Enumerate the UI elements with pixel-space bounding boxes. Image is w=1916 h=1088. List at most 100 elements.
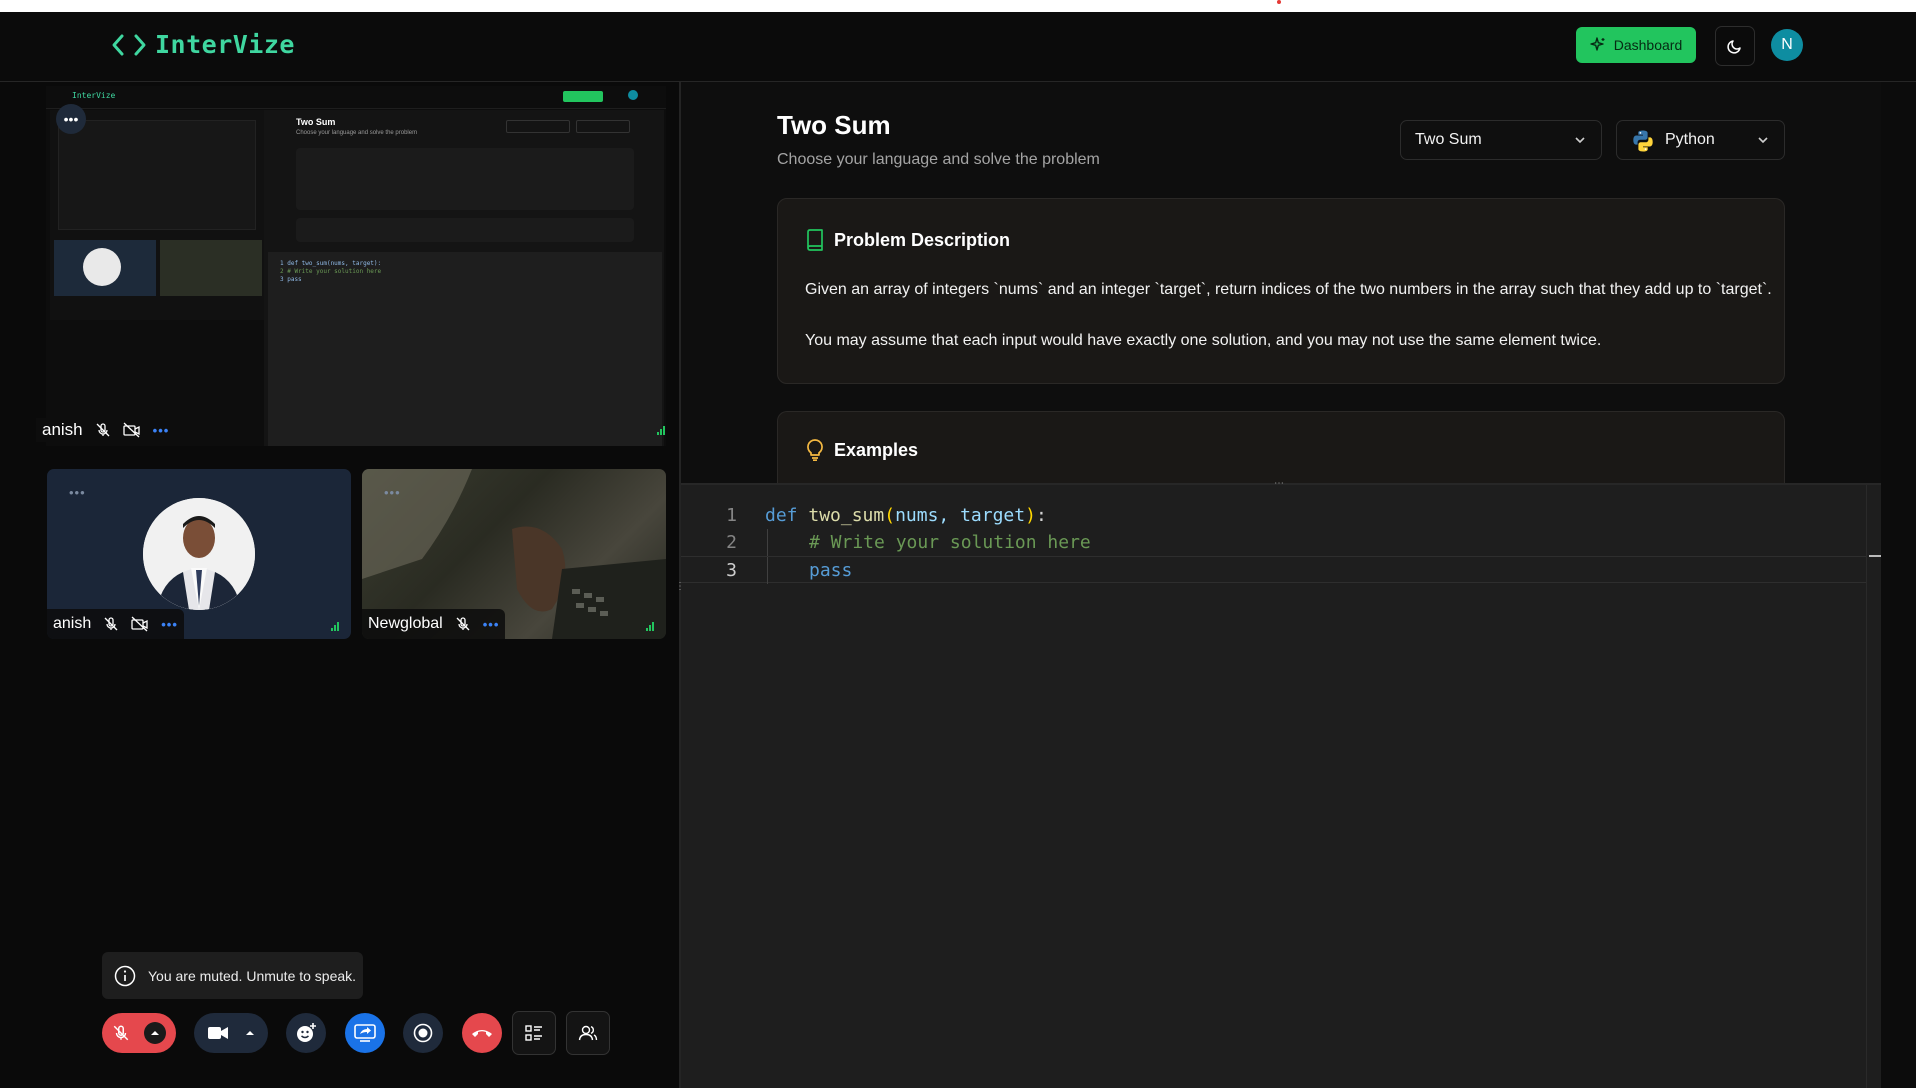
participant-avatar — [143, 498, 255, 610]
phone-hangup-icon — [472, 1030, 492, 1037]
description-paragraph-1: Given an array of integers `nums` and an… — [805, 281, 1772, 298]
muted-tooltip: You are muted. Unmute to speak. — [102, 952, 363, 999]
shared-code-line: 3 pass — [280, 276, 302, 283]
tile-name-bar: anish ••• — [47, 609, 184, 639]
share-name: anish — [42, 420, 83, 439]
shared-language-select — [576, 120, 630, 133]
lightbulb-icon — [807, 439, 823, 461]
right-gutter — [1881, 82, 1916, 1088]
python-icon — [1633, 130, 1653, 152]
sparkles-icon — [1590, 37, 1605, 51]
examples-card: Examples — [777, 411, 1785, 483]
mic-off-icon — [113, 1025, 129, 1041]
share-signal-icon — [657, 425, 669, 435]
shared-code-editor: 1 def two_sum(nums, target): 2 # Write y… — [268, 252, 662, 446]
indent-guide — [767, 529, 768, 556]
shared-nested-screen — [58, 120, 256, 230]
participant-name: anish — [53, 615, 92, 632]
chevron-up-icon — [151, 1031, 159, 1035]
leave-call-button[interactable] — [462, 1013, 502, 1053]
chevron-up-icon[interactable] — [245, 1029, 255, 1037]
share-more-options-icon[interactable]: ••• — [153, 423, 170, 438]
camera-off-icon — [131, 616, 148, 632]
tile-name-bar: Newglobal ••• — [362, 609, 506, 639]
mic-off-icon — [96, 423, 110, 437]
code-keyword: def — [765, 505, 798, 526]
camera-toggle-button[interactable] — [194, 1013, 268, 1053]
description-paragraph-2: You may assume that each input would hav… — [805, 332, 1602, 349]
dashboard-button[interactable]: Dashboard — [1576, 27, 1696, 63]
signal-strength-icon — [646, 621, 658, 631]
emoji-add-icon — [297, 1023, 316, 1042]
user-avatar[interactable]: N — [1771, 29, 1803, 61]
screen-share-icon — [354, 1024, 376, 1042]
mic-off-icon — [456, 617, 470, 631]
description-heading: Problem Description — [806, 229, 1010, 251]
share-more-button[interactable]: ••• — [56, 104, 86, 134]
shared-call-panel — [50, 110, 264, 320]
participant-tile-anish[interactable]: ••• anish ••• — [47, 469, 351, 639]
shared-code-line: 2 # Write your solution here — [280, 268, 382, 275]
tile-more-icon[interactable]: ••• — [384, 485, 401, 500]
app-logo[interactable]: InterVize — [111, 30, 295, 59]
participants-button[interactable] — [566, 1011, 610, 1055]
code-line-1[interactable]: 1 def two_sum(nums, target): — [681, 502, 1866, 529]
editor-scrollbar[interactable] — [1866, 485, 1881, 1088]
info-icon — [114, 965, 136, 986]
record-icon — [413, 1023, 433, 1043]
participant-tile-newglobal[interactable]: ••• Newglobal ••• — [362, 469, 666, 639]
share-name-bar: anish ••• — [36, 418, 176, 442]
line-number: 3 — [726, 560, 737, 581]
record-button[interactable] — [403, 1013, 443, 1053]
shared-navbar: InterVize — [46, 86, 666, 109]
problem-title: Two Sum — [777, 110, 891, 140]
person-photo-icon — [143, 498, 255, 610]
participant-name: Newglobal — [368, 615, 443, 632]
reactions-button[interactable] — [286, 1013, 326, 1053]
list-layout-icon — [525, 1025, 542, 1041]
shared-subtitle: Choose your language and solve the probl… — [296, 130, 418, 136]
mic-off-icon — [104, 617, 118, 631]
shared-dashboard — [563, 91, 603, 102]
dashboard-label: Dashboard — [1613, 37, 1683, 53]
code-line-3[interactable]: 3 pass — [681, 556, 1866, 584]
video-camera-icon — [208, 1027, 228, 1039]
shared-avatar — [628, 90, 638, 100]
browser-top-strip — [0, 0, 1916, 12]
signal-strength-icon — [331, 621, 343, 631]
screen-share-button[interactable] — [345, 1013, 385, 1053]
problem-select-value: Two Sum — [1415, 131, 1482, 148]
language-select[interactable]: Python — [1616, 120, 1785, 160]
participant-options-icon[interactable]: ••• — [483, 617, 500, 632]
shared-code-line: 1 def two_sum(nums, target): — [280, 260, 382, 267]
book-icon — [807, 229, 823, 251]
shared-tile-2 — [160, 240, 262, 296]
mic-toggle-button[interactable] — [102, 1013, 176, 1053]
mic-options-button[interactable] — [144, 1022, 166, 1044]
code-text: def two_sum(nums, target): — [765, 505, 1047, 526]
code-keyword: pass — [809, 560, 853, 581]
description-heading-text: Problem Description — [834, 229, 1011, 250]
shared-logo: InterVize — [72, 91, 116, 100]
muted-tooltip-text: You are muted. Unmute to speak. — [148, 967, 357, 984]
camera-off-icon — [122, 422, 140, 438]
code-arguments: nums, target — [895, 505, 1026, 526]
shared-description-card — [296, 148, 634, 210]
code-function-name: two_sum — [808, 505, 885, 526]
tile-more-icon[interactable]: ••• — [69, 485, 86, 500]
chevron-down-icon — [1758, 137, 1768, 144]
problem-description-card: Problem Description Given an array of in… — [777, 198, 1785, 384]
language-select-value: Python — [1665, 131, 1715, 148]
code-comment: # Write your solution here — [809, 532, 1091, 553]
screen-share-view: InterVize Two Sum Choose your language a… — [46, 86, 666, 446]
call-layout-button[interactable] — [512, 1011, 556, 1055]
moon-icon — [1727, 40, 1741, 54]
theme-toggle-button[interactable] — [1715, 26, 1755, 66]
top-navbar: InterVize Dashboard N — [0, 12, 1916, 82]
app-name: InterVize — [155, 30, 295, 59]
code-line-2[interactable]: 2 # Write your solution here — [681, 529, 1866, 556]
shared-title: Two Sum — [296, 117, 336, 127]
participant-options-icon[interactable]: ••• — [161, 617, 178, 632]
indicator-dot — [1277, 0, 1281, 4]
problem-select[interactable]: Two Sum — [1400, 120, 1602, 160]
